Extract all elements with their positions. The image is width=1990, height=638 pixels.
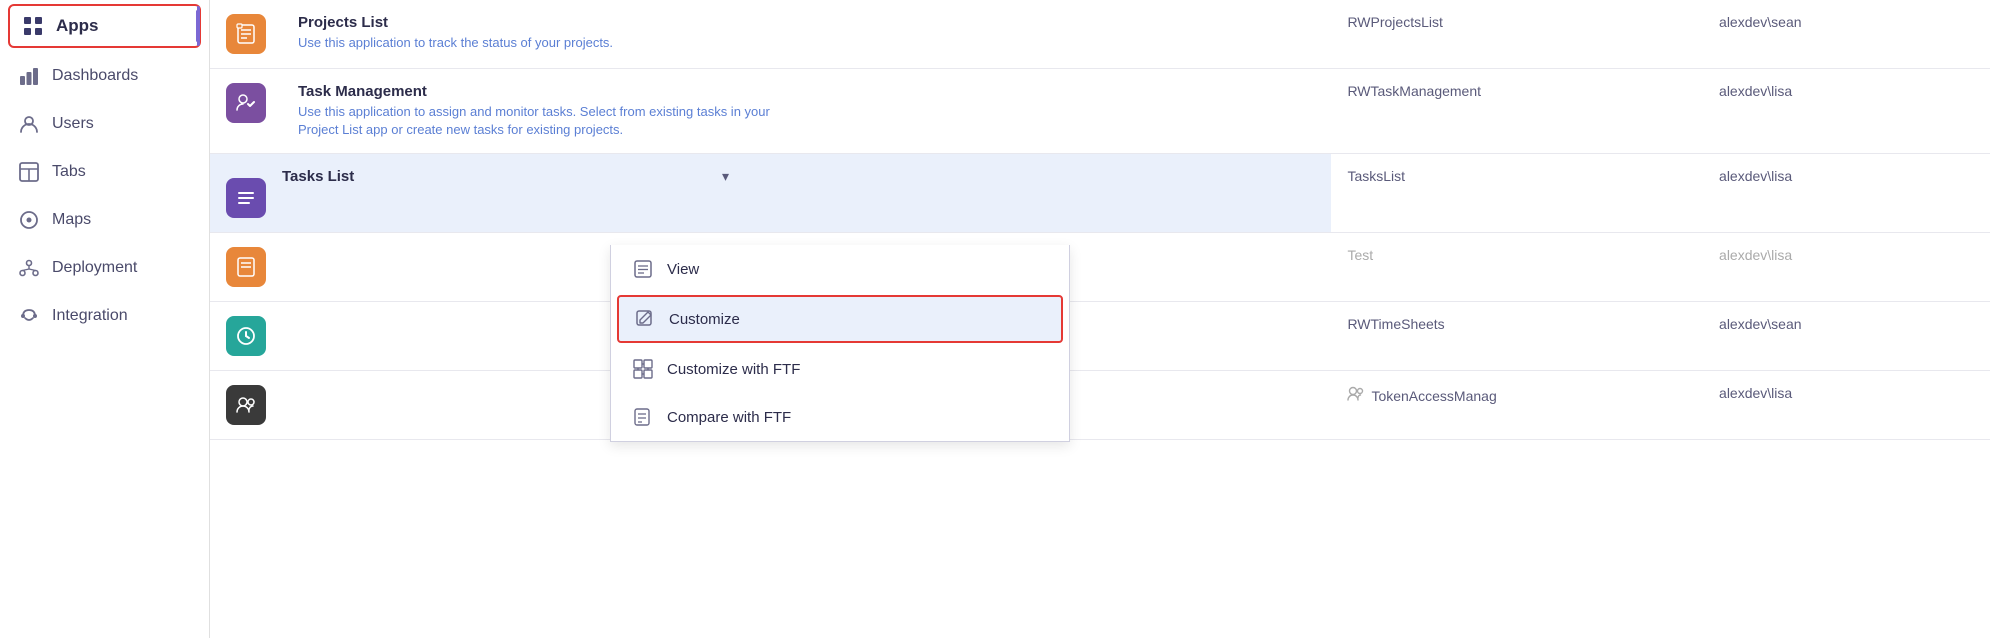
- app-key: Test: [1331, 233, 1703, 302]
- dropdown-item-compare-ftf[interactable]: Compare with FTF: [611, 393, 1069, 441]
- app-name: Task Management: [298, 83, 1315, 100]
- dropdown-item-view[interactable]: View: [611, 245, 1069, 293]
- sidebar-tabs-label: Tabs: [52, 163, 86, 181]
- chevron-down-icon: ▾: [722, 168, 729, 185]
- app-key: TasksList: [1331, 154, 1703, 233]
- app-info-cell: Projects List Use this application to tr…: [282, 0, 1331, 69]
- token-key-text: TokenAccessManag: [1371, 388, 1496, 404]
- apps-icon: [22, 16, 44, 36]
- sidebar-item-apps[interactable]: Apps: [8, 4, 201, 48]
- app-owner: alexdev\lisa: [1703, 371, 1990, 440]
- app-icon-cell: [210, 371, 282, 440]
- sidebar-deployment-label: Deployment: [52, 259, 137, 277]
- app-icon: [226, 83, 266, 123]
- app-icon: [226, 385, 266, 425]
- dropdown-menu: View Customize: [610, 245, 1070, 442]
- sidebar-integration-label: Integration: [52, 307, 128, 325]
- sidebar-apps-label: Apps: [56, 16, 99, 36]
- integration-icon: [18, 306, 40, 326]
- app-key: RWProjectsList: [1331, 0, 1703, 69]
- sidebar-item-deployment[interactable]: Deployment: [0, 244, 209, 292]
- dropdown-trigger-text: Tasks List: [282, 168, 722, 185]
- dropdown-item-view-label: View: [667, 261, 699, 278]
- app-name: Projects List: [298, 14, 1315, 31]
- sidebar-item-tabs[interactable]: Tabs: [0, 148, 209, 196]
- token-icon: [1347, 385, 1365, 406]
- app-desc: Use this application to assign and monit…: [298, 103, 778, 139]
- dashboards-icon: [18, 66, 40, 86]
- table-row: Tasks List ▾ TasksList alexdev\lisa: [210, 154, 1990, 233]
- deployment-icon: [18, 258, 40, 278]
- app-dropdown-cell: Tasks List ▾: [282, 154, 1331, 233]
- app-icon: [226, 247, 266, 287]
- table-row: TokenAccessManag alexdev\lisa: [210, 371, 1990, 440]
- app-owner: alexdev\lisa: [1703, 69, 1990, 154]
- dropdown-trigger[interactable]: Tasks List ▾: [282, 154, 1331, 199]
- app-info-cell: Task Management Use this application to …: [282, 69, 1331, 154]
- app-icon-cell: [210, 154, 282, 233]
- app-key: TokenAccessManag: [1331, 371, 1703, 440]
- dropdown-item-customize-label: Customize: [669, 311, 740, 328]
- tabs-icon: [18, 162, 40, 182]
- sidebar-item-integration[interactable]: Integration: [0, 292, 209, 340]
- customize-ftf-icon: [631, 359, 655, 379]
- sidebar-item-maps[interactable]: Maps: [0, 196, 209, 244]
- dropdown-item-customize-ftf-label: Customize with FTF: [667, 361, 800, 378]
- apps-table: Projects List Use this application to tr…: [210, 0, 1990, 440]
- app-owner: alexdev\lisa: [1703, 233, 1990, 302]
- sidebar-dashboards-label: Dashboards: [52, 67, 138, 85]
- sidebar-item-users[interactable]: Users: [0, 100, 209, 148]
- sidebar-item-dashboards[interactable]: Dashboards: [0, 52, 209, 100]
- app-icon: [226, 316, 266, 356]
- customize-icon: [633, 309, 657, 329]
- active-indicator: [196, 10, 199, 42]
- app-desc: Use this application to track the status…: [298, 34, 778, 52]
- dropdown-item-customize-ftf[interactable]: Customize with FTF: [611, 345, 1069, 393]
- view-icon: [631, 259, 655, 279]
- app-icon-cell: [210, 233, 282, 302]
- main-content: Projects List Use this application to tr…: [210, 0, 1990, 638]
- app-owner: alexdev\sean: [1703, 0, 1990, 69]
- sidebar: Apps Dashboards Users: [0, 0, 210, 638]
- app-owner: alexdev\lisa: [1703, 154, 1990, 233]
- dropdown-item-customize[interactable]: Customize: [617, 295, 1063, 343]
- table-row: Task Management Use this application to …: [210, 69, 1990, 154]
- app-icon: [226, 14, 266, 54]
- app-icon-cell: [210, 302, 282, 371]
- sidebar-users-label: Users: [52, 115, 94, 133]
- compare-ftf-icon: [631, 407, 655, 427]
- sidebar-maps-label: Maps: [52, 211, 91, 229]
- users-icon: [18, 114, 40, 134]
- dropdown-item-compare-ftf-label: Compare with FTF: [667, 409, 791, 426]
- app-key: RWTimeSheets: [1331, 302, 1703, 371]
- app-icon: [226, 178, 266, 218]
- owner-with-icon: TokenAccessManag: [1347, 385, 1687, 406]
- table-row: Projects List Use this application to tr…: [210, 0, 1990, 69]
- app-owner: alexdev\sean: [1703, 302, 1990, 371]
- app-icon-cell: [210, 69, 282, 154]
- app-key: RWTaskManagement: [1331, 69, 1703, 154]
- table-row: RWTimeSheets alexdev\sean: [210, 302, 1990, 371]
- app-icon-cell: [210, 0, 282, 69]
- maps-icon: [18, 210, 40, 230]
- table-row: Test alexdev\lisa: [210, 233, 1990, 302]
